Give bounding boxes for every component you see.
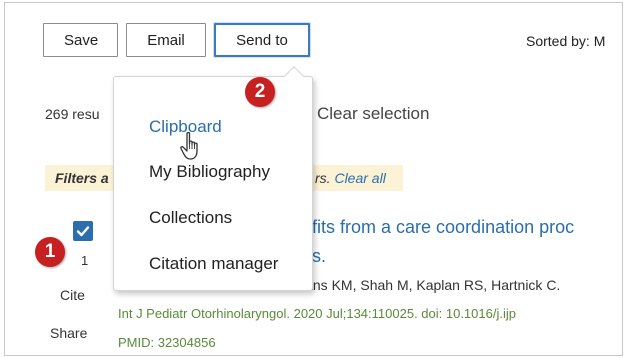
checkmark-icon bbox=[76, 226, 90, 237]
filters-label: Filters a bbox=[55, 170, 109, 186]
hand-pointer-icon bbox=[180, 131, 198, 160]
share-button[interactable]: Share bbox=[50, 325, 87, 341]
sort-selector[interactable]: Sorted by: M bbox=[526, 33, 605, 49]
result-title-link[interactable]: efits from a care coordination proc bbox=[302, 217, 574, 238]
save-button[interactable]: Save bbox=[43, 23, 118, 57]
results-count: 269 resu bbox=[45, 106, 100, 122]
menu-item-citation-manager[interactable]: Citation manager bbox=[149, 254, 278, 274]
result-number: 1 bbox=[81, 253, 89, 268]
results-toolbar: Save Email Send to bbox=[43, 23, 310, 57]
step-badge-2: 2 bbox=[245, 77, 275, 107]
menu-item-collections[interactable]: Collections bbox=[149, 208, 232, 228]
send-to-button[interactable]: Send to bbox=[214, 23, 310, 57]
result-journal-citation: Int J Pediatr Otorhinolaryngol. 2020 Jul… bbox=[118, 306, 516, 321]
clear-all-link[interactable]: Clear all bbox=[334, 170, 385, 186]
email-button[interactable]: Email bbox=[126, 23, 206, 57]
menu-item-my-bibliography[interactable]: My Bibliography bbox=[149, 162, 270, 182]
send-to-dropdown: Clipboard My Bibliography Collections Ci… bbox=[113, 76, 313, 291]
clear-selection-link[interactable]: Clear selection bbox=[317, 104, 429, 124]
result-authors: lans KM, Shah M, Kaplan RS, Hartnick C. bbox=[302, 277, 561, 293]
result-select-checkbox[interactable] bbox=[73, 221, 93, 241]
result-pmid: PMID: 32304856 bbox=[118, 335, 216, 350]
filters-text: rs. Clear all bbox=[315, 170, 386, 186]
search-results-page: Save Email Send to Sorted by: M 269 resu… bbox=[4, 2, 623, 356]
step-badge-1: 1 bbox=[35, 237, 65, 267]
cite-button[interactable]: Cite bbox=[60, 287, 85, 303]
